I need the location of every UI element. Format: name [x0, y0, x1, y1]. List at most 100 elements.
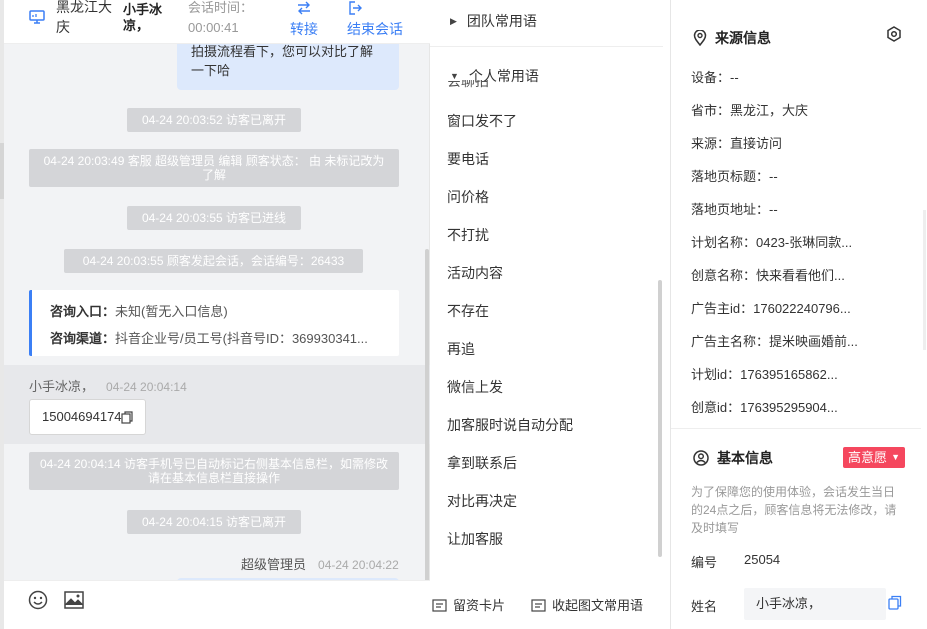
- phrase-item[interactable]: 不打扰: [447, 226, 489, 244]
- transfer-label: 转接: [290, 21, 318, 37]
- row-value: 提米映画婚前...: [769, 334, 858, 349]
- personal-phrases-list[interactable]: 会聊拍 窗口发不了 要电话 问价格 不打扰 活动内容 不存在 再追 微信上发 加…: [430, 80, 663, 580]
- phrases-scrollbar[interactable]: [658, 280, 662, 557]
- image-icon[interactable]: [64, 591, 84, 609]
- caret-down-icon: ▼: [891, 452, 900, 462]
- number-value: 25054: [744, 552, 781, 567]
- divider: [430, 46, 663, 47]
- end-session-button[interactable]: 结束会话: [344, 0, 410, 40]
- entry-label: 咨询入口：: [50, 304, 116, 319]
- row-value: 0423-张琳同款...: [756, 235, 853, 250]
- chat-input-toolbar: [4, 580, 430, 629]
- phrase-item[interactable]: 再追: [447, 340, 475, 358]
- channel-label: 咨询渠道：: [50, 331, 116, 346]
- lead-card-button[interactable]: 留资卡片: [432, 595, 505, 614]
- phrase-item[interactable]: 要电话: [447, 150, 489, 168]
- row-label: 计划名称：: [691, 235, 757, 250]
- row-label: 设备：: [691, 70, 731, 85]
- source-row-plan-name: 计划名称：0423-张琳同款...: [691, 232, 891, 251]
- system-message: 04-24 20:03:49 客服 超级管理员 编辑 顾客状态： 由 未标记改为…: [29, 149, 399, 187]
- name-field[interactable]: 小手冰凉，: [744, 588, 886, 620]
- row-value: 176395295904...: [740, 400, 838, 415]
- phrase-item[interactable]: 窗口发不了: [447, 112, 517, 130]
- agent-message-bubble: 拍摄流程看下，您可以对比了解一下哈: [177, 44, 399, 90]
- system-message: 04-24 20:04:14 访客手机号已自动标记右侧基本信息栏，如需修改请在基…: [29, 452, 399, 490]
- row-value: 176395165862...: [740, 367, 838, 382]
- phrase-item[interactable]: 让加客服: [447, 530, 503, 548]
- chat-header: 黑龙江大庆 小手冰凉， 会话时间： 00:00:41 转接 结束会话: [4, 0, 430, 44]
- collapse-phrases-label: 收起图文常用语: [552, 598, 644, 613]
- phrase-item[interactable]: 加客服时说自动分配: [447, 416, 573, 434]
- row-label: 落地页标题：: [691, 169, 770, 184]
- collapse-phrases-button[interactable]: 收起图文常用语: [531, 595, 643, 614]
- row-value: --: [730, 70, 739, 85]
- phrase-item[interactable]: 不存在: [447, 302, 489, 320]
- chat-scrollbar[interactable]: [425, 249, 429, 580]
- visitor-sender-name: 小手冰凉，: [29, 379, 95, 394]
- row-label: 落地页地址：: [691, 202, 770, 217]
- copy-icon[interactable]: [121, 411, 133, 424]
- phrase-item[interactable]: 问价格: [447, 188, 489, 206]
- info-scrollbar[interactable]: [923, 210, 926, 350]
- visitor-message-time: 04-24 20:04:14: [106, 380, 187, 394]
- message-icon: [531, 599, 546, 612]
- lead-card-label: 留资卡片: [453, 598, 506, 613]
- basic-info-header: 基本信息: [693, 448, 773, 468]
- edit-notice: 为了保障您的使用体验，会话发生当日的24点之后，顾客信息将无法修改，请及时填写: [691, 485, 897, 535]
- phone-number-chip[interactable]: 15004694174: [29, 399, 146, 435]
- name-label: 姓名: [691, 599, 718, 614]
- source-row-landing-url: 落地页地址：--: [691, 199, 891, 218]
- card-icon: [432, 599, 447, 612]
- divider: [671, 428, 921, 429]
- consult-info-card: 咨询入口：未知(暂无入口信息) 咨询渠道：抖音企业号/员工号(抖音号ID：369…: [29, 290, 399, 356]
- chat-messages[interactable]: 拍摄流程看下，您可以对比了解一下哈 04-24 20:03:52 访客已离开 0…: [4, 44, 430, 580]
- source-row-region: 省市：黑龙江，大庆: [691, 100, 891, 119]
- source-row-creative-name: 创意名称：快来看看他们...: [691, 265, 891, 284]
- visitor-message-header: 小手冰凉， 04-24 20:04:14: [29, 376, 187, 395]
- basic-info-title: 基本信息: [717, 450, 773, 466]
- system-message: 04-24 20:03:52 访客已离开: [127, 108, 301, 132]
- row-label: 广告主名称：: [691, 334, 770, 349]
- row-value: 176022240796...: [753, 301, 851, 316]
- phrase-item[interactable]: 对比再决定: [447, 492, 517, 510]
- phrases-footer: 留资卡片 收起图文常用语: [430, 580, 670, 629]
- monitor-icon: [29, 10, 45, 24]
- row-value: --: [769, 202, 778, 217]
- location-pin-icon: [693, 29, 707, 47]
- row-label: 来源：: [691, 136, 731, 151]
- chat-panel: 黑龙江大庆 小手冰凉， 会话时间： 00:00:41 转接 结束会话 拍摄流程看…: [4, 0, 430, 629]
- exit-icon: [349, 1, 362, 15]
- visitor-name: 小手冰凉，: [123, 2, 163, 33]
- phrase-item[interactable]: 活动内容: [447, 264, 503, 282]
- source-row-landing-title: 落地页标题：--: [691, 166, 891, 185]
- entry-value: 未知(暂无入口信息): [115, 304, 228, 319]
- end-session-label: 结束会话: [347, 21, 403, 37]
- source-row-source: 来源：直接访问: [691, 133, 891, 152]
- intent-level-value: 高意愿: [848, 450, 888, 465]
- caret-right-icon: ▶: [450, 16, 457, 26]
- phone-number: 15004694174: [42, 409, 122, 424]
- row-value: 直接访问: [730, 136, 783, 151]
- phrase-item[interactable]: 拿到联系后: [447, 454, 517, 472]
- emoji-icon[interactable]: [28, 590, 48, 610]
- session-timer-label: 会话时间：: [188, 0, 254, 15]
- source-row-advertiser-name: 广告主名称：提米映画婚前...: [691, 331, 891, 350]
- session-timer-value: 00:00:41: [188, 20, 239, 35]
- phrase-item[interactable]: 微信上发: [447, 378, 503, 396]
- intent-level-dropdown[interactable]: 高意愿 ▼: [843, 447, 905, 468]
- gear-icon[interactable]: [886, 26, 902, 42]
- row-label: 创意名称：: [691, 268, 757, 283]
- user-circle-icon: [693, 450, 709, 466]
- system-message: 04-24 20:03:55 顾客发起会话，会话编号：26433: [64, 249, 363, 273]
- team-phrases-group[interactable]: ▶ 团队常用语: [450, 11, 537, 31]
- system-message: 04-24 20:04:15 访客已离开: [127, 510, 301, 534]
- phrase-item[interactable]: 会聊拍: [447, 80, 489, 90]
- row-label: 省市：: [691, 103, 731, 118]
- source-row-creative-id: 创意id：176395295904...: [691, 397, 891, 416]
- row-value: 快来看看他们...: [756, 268, 845, 283]
- copy-icon[interactable]: [888, 595, 902, 610]
- transfer-button[interactable]: 转接: [284, 0, 324, 40]
- source-info-title: 来源信息: [715, 30, 771, 46]
- transfer-icon: [298, 1, 310, 15]
- source-row-advertiser-id: 广告主id：176022240796...: [691, 298, 891, 317]
